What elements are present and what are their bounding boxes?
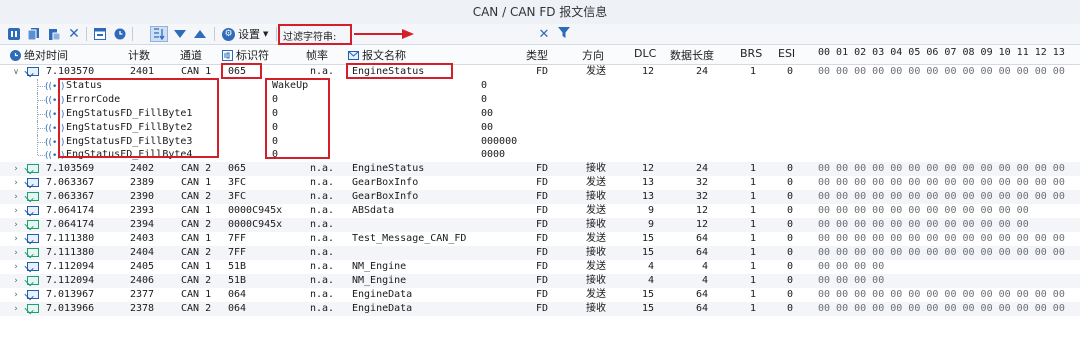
sort-icon[interactable] — [150, 26, 168, 42]
envelope-tx-icon — [27, 206, 39, 215]
signal-icon: ((•)) — [45, 124, 65, 134]
envelope-tx-icon — [27, 290, 39, 299]
table-row[interactable]: › 7.111380 2403 CAN 1 7FF n.a. Test_Mess… — [0, 232, 1080, 246]
clock-icon[interactable] — [112, 26, 128, 42]
col-channel[interactable]: 通道 — [180, 47, 202, 63]
paste-icon[interactable] — [46, 26, 62, 42]
close-icon[interactable]: ✕ — [66, 26, 82, 42]
signal-row[interactable]: ((•)) EngStatusFD_FillByte2 0 00 — [0, 121, 1080, 135]
envelope-rx-icon — [27, 164, 39, 173]
col-count[interactable]: 计数 — [128, 47, 150, 63]
table-row[interactable]: › 7.013967 2377 CAN 1 064 n.a. EngineDat… — [0, 288, 1080, 302]
envelope-tx-icon — [27, 67, 39, 76]
col-id[interactable]: 标识符 — [222, 47, 269, 63]
clock-icon — [10, 49, 21, 61]
table-row[interactable]: › 7.112094 2406 CAN 2 51B n.a. NM_Engine… — [0, 274, 1080, 288]
filter-label: 过滤字符串: — [283, 32, 337, 43]
signal-row[interactable]: ((•)) EngStatusFD_FillByte4 0 0000 — [0, 148, 1080, 162]
col-esi[interactable]: ESI — [778, 47, 795, 60]
filter-funnel-icon[interactable] — [558, 26, 572, 42]
col-name[interactable]: 报文名称 — [348, 47, 406, 63]
table-row[interactable]: › 7.103569 2402 CAN 2 065 n.a. EngineSta… — [0, 162, 1080, 176]
chevron-right-icon[interactable]: › — [12, 288, 20, 302]
chevron-right-icon[interactable]: › — [12, 204, 20, 218]
annotation-arrow — [354, 29, 414, 39]
id-icon — [222, 49, 233, 61]
col-rate[interactable]: 帧率 — [306, 47, 328, 63]
signal-row[interactable]: ((•)) Status WakeUp 0 — [0, 79, 1080, 93]
table-row[interactable]: › 7.064174 2393 CAN 1 0000C945x n.a. ABS… — [0, 204, 1080, 218]
col-length[interactable]: 数据长度 — [670, 47, 714, 63]
table-row[interactable]: › 7.013966 2378 CAN 2 064 n.a. EngineDat… — [0, 302, 1080, 316]
chevron-right-icon[interactable]: › — [12, 260, 20, 274]
envelope-tx-icon — [27, 234, 39, 243]
chevron-right-icon[interactable]: › — [12, 246, 20, 260]
signal-icon: ((•)) — [45, 96, 65, 106]
envelope-rx-icon — [27, 248, 39, 257]
clear-filter-icon[interactable]: ✕ — [536, 26, 552, 42]
signal-row[interactable]: ((•)) EngStatusFD_FillByte1 0 00 — [0, 107, 1080, 121]
table-row[interactable]: › 7.063367 2389 CAN 1 3FC n.a. GearBoxIn… — [0, 176, 1080, 190]
gear-icon: ⚙ — [222, 27, 235, 41]
settings-button[interactable]: ⚙ 设置 ▼ — [222, 26, 268, 42]
chevron-right-icon[interactable]: › — [12, 190, 20, 204]
signal-icon: ((•)) — [45, 151, 65, 161]
signal-icon: ((•)) — [45, 110, 65, 120]
col-type[interactable]: 类型 — [526, 47, 548, 63]
chevron-right-icon[interactable]: › — [12, 162, 20, 176]
arrow-down-icon[interactable] — [172, 26, 188, 42]
envelope-rx-icon — [27, 192, 39, 201]
envelope-icon — [348, 50, 359, 60]
envelope-rx-icon — [27, 220, 39, 229]
envelope-tx-icon — [27, 262, 39, 271]
chevron-right-icon[interactable]: › — [12, 302, 20, 316]
col-time[interactable]: 绝对时间 — [10, 47, 68, 63]
table-row[interactable]: › 7.064174 2394 CAN 2 0000C945x n.a. FD … — [0, 218, 1080, 232]
chevron-right-icon[interactable]: › — [12, 176, 20, 190]
col-dlc[interactable]: DLC — [634, 47, 656, 60]
chevron-right-icon[interactable]: › — [12, 232, 20, 246]
table-row-expanded[interactable]: ∨ 7.103570 2401 CAN 1 065 n.a. EngineSta… — [0, 65, 1080, 79]
window-title: CAN / CAN FD 报文信息 — [0, 0, 1080, 25]
table-row[interactable]: › 7.112094 2405 CAN 1 51B n.a. NM_Engine… — [0, 260, 1080, 274]
chevron-down-icon[interactable]: ∨ — [12, 65, 20, 79]
chevron-down-icon: ▼ — [263, 30, 269, 38]
column-header: 绝对时间 计数 通道 标识符 帧率 报文名称 类型 方向 DLC 数据长度 BR… — [0, 45, 1080, 65]
chevron-right-icon[interactable]: › — [12, 274, 20, 288]
signal-icon: ((•)) — [45, 82, 65, 92]
signal-row[interactable]: ((•)) ErrorCode 0 0 — [0, 93, 1080, 107]
chevron-right-icon[interactable]: › — [12, 218, 20, 232]
toolbar: ✕ ⚙ 设置 ▼ 过滤字符串: ✕ — [0, 24, 1080, 45]
arrow-up-icon[interactable] — [192, 26, 208, 42]
table-row[interactable]: › 7.063367 2390 CAN 2 3FC n.a. GearBoxIn… — [0, 190, 1080, 204]
pause-icon[interactable] — [6, 26, 22, 42]
envelope-tx-icon — [27, 178, 39, 187]
col-brs[interactable]: BRS — [740, 47, 762, 60]
window-icon[interactable] — [92, 26, 108, 42]
col-dir[interactable]: 方向 — [582, 47, 604, 63]
col-bytes: 00 01 02 03 04 05 06 07 08 09 10 11 12 1… — [818, 47, 1065, 58]
signal-row[interactable]: ((•)) EngStatusFD_FillByte3 0 000000 — [0, 135, 1080, 149]
envelope-rx-icon — [27, 304, 39, 313]
table-row[interactable]: › 7.111380 2404 CAN 2 7FF n.a. FD 接收 15 … — [0, 246, 1080, 260]
copy-icon[interactable] — [26, 26, 42, 42]
settings-label: 设置 — [238, 28, 260, 41]
envelope-rx-icon — [27, 276, 39, 285]
